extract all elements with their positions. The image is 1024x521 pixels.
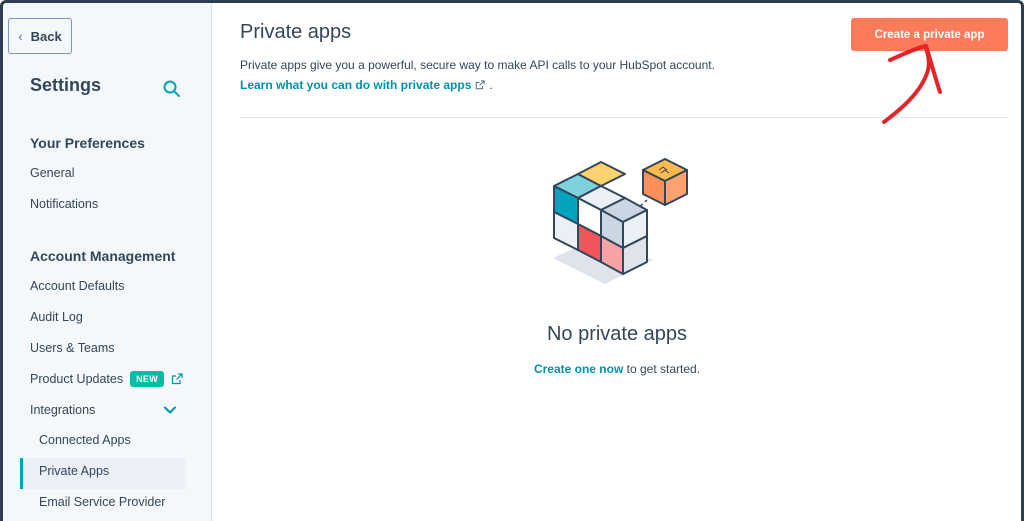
learn-more-link[interactable]: Learn what you can do with private apps: [240, 78, 471, 92]
sidebar-item-integrations[interactable]: Integrations: [30, 403, 95, 417]
empty-state-subtitle: Create one now to get started.: [213, 362, 1021, 376]
back-label: Back: [30, 28, 62, 44]
empty-state-title: No private apps: [546, 323, 688, 345]
page-title: Private apps: [240, 21, 352, 43]
sidebar-item-general[interactable]: General: [30, 166, 74, 180]
arrow-annotation: [882, 44, 942, 124]
learn-more: Learn what you can do with private apps …: [240, 78, 493, 92]
sidebar-item-users-teams[interactable]: Users & Teams: [30, 341, 115, 355]
page-description: Private apps give you a powerful, secure…: [240, 58, 715, 72]
learn-more-suffix: .: [489, 78, 493, 92]
search-icon[interactable]: [162, 79, 182, 99]
chevron-down-icon[interactable]: [163, 403, 177, 417]
sidebar-item-audit-log[interactable]: Audit Log: [30, 310, 83, 324]
section-your-preferences: Your Preferences: [30, 135, 145, 151]
back-button[interactable]: ‹ Back: [8, 18, 72, 54]
external-link-icon: [171, 373, 183, 385]
section-account-management: Account Management: [30, 248, 176, 264]
sidebar-item-account-defaults[interactable]: Account Defaults: [30, 279, 125, 293]
settings-sidebar: ‹ Back Settings Your Preferences General…: [3, 3, 212, 521]
chevron-left-icon: ‹: [18, 28, 23, 44]
empty-state-suffix: to get started.: [623, 362, 701, 376]
external-link-icon: [476, 80, 486, 90]
new-badge: NEW: [130, 371, 165, 387]
sidebar-item-notifications[interactable]: Notifications: [30, 197, 98, 211]
sidebar-item-email-service-provider[interactable]: Email Service Provider: [39, 495, 165, 509]
create-one-now-link[interactable]: Create one now: [534, 362, 623, 376]
cubes-illustration: [553, 158, 688, 284]
sidebar-title: Settings: [30, 75, 102, 95]
sidebar-item-product-updates[interactable]: Product Updates NEW: [30, 371, 183, 387]
sidebar-item-connected-apps[interactable]: Connected Apps: [39, 433, 131, 447]
sidebar-item-private-apps[interactable]: Private Apps: [39, 464, 109, 478]
